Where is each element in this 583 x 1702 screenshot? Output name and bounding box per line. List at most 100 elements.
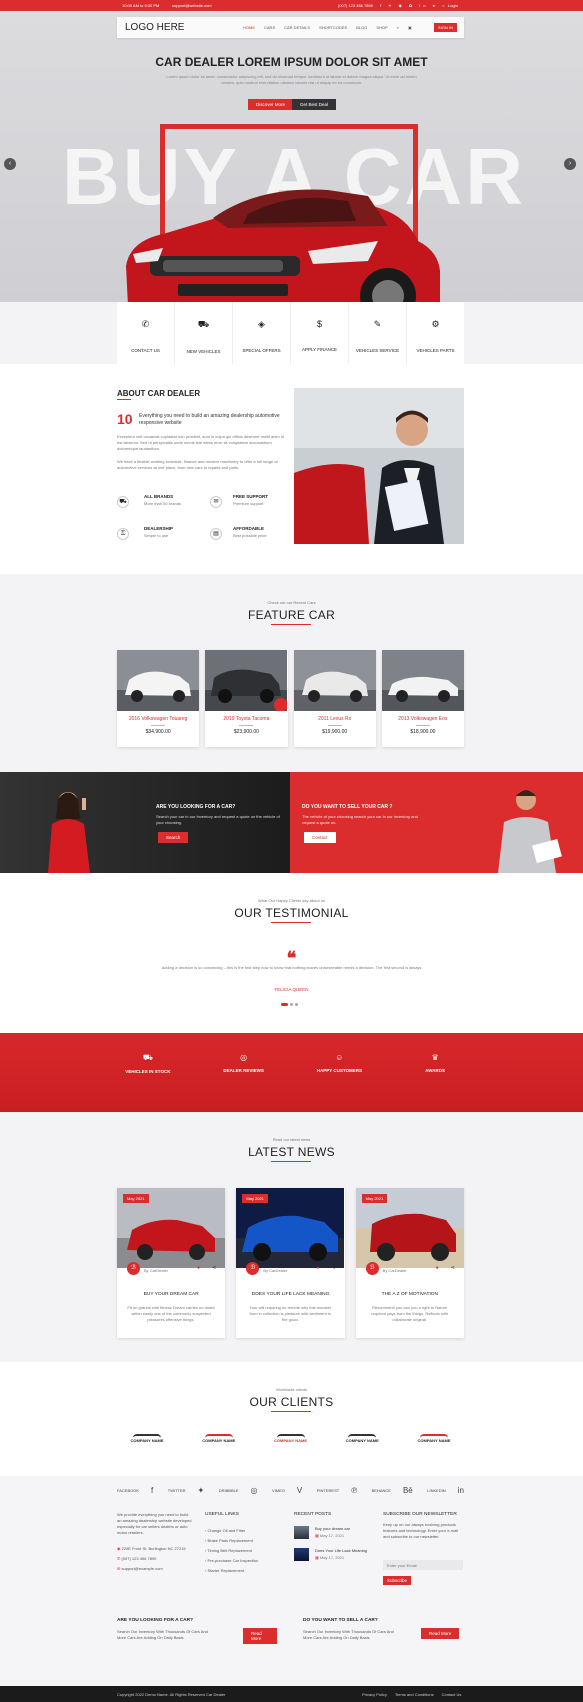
feature-car-grid: 2016 Volkswagen Touareg $34,900.00 2019 …	[117, 650, 464, 747]
footer-cta-2-title: DO YOU WANT TO SELL A CAR?	[303, 1618, 378, 1623]
news-post-title[interactable]: DOES YOUR LIFE LACK MEANING	[236, 1292, 344, 1297]
service-special-offers[interactable]: ◈ SPECIAL OFFERS	[233, 302, 291, 364]
recent-post[interactable]: Does Your Life Lack Meaning ▦ May 17, 20…	[294, 1548, 374, 1566]
discover-more-button[interactable]: Discover More	[248, 99, 294, 110]
comment-icon[interactable]: ●	[316, 1265, 319, 1271]
hero-title: CAR DEALER LOREM IPSUM DOLOR SIT AMET	[155, 55, 428, 69]
recent-post[interactable]: Buy your dream car ▦ May 17, 2021	[294, 1526, 374, 1544]
promo-left-title: ARE YOU LOOKING FOR A CAR?	[156, 804, 236, 810]
newsletter-email-input[interactable]	[383, 1560, 463, 1570]
car-price: $23,900.00	[233, 729, 259, 735]
search-car-button[interactable]: Search	[158, 832, 189, 843]
cart-icon[interactable]: ▣	[408, 25, 412, 30]
share-icon[interactable]: ⋖	[451, 1265, 455, 1271]
recent-post-thumb	[294, 1526, 309, 1539]
news-author: By CarDealer	[144, 1268, 169, 1273]
social-pinterest[interactable]: PINTEREST ℗	[317, 1486, 357, 1495]
copyright: Copyright 2022 Demo Name. All Rights Res…	[117, 1692, 226, 1697]
footer-link[interactable]: › Brake Pads Replacement	[205, 1536, 258, 1546]
hero-car-image	[126, 189, 440, 302]
pager-dot[interactable]	[290, 1003, 293, 1006]
news-author: By CarDealer	[382, 1268, 407, 1273]
comment-icon[interactable]: ●	[436, 1265, 439, 1271]
footer-link[interactable]: › Change Oil and Filter	[205, 1526, 258, 1536]
footer-email[interactable]: ✉ support@example.com	[117, 1566, 163, 1572]
social-linkedin[interactable]: LINKEDIN in	[427, 1486, 464, 1495]
stats-band: ⛟ VEHICLES IN STOCK ◎ DEALER REVIEWS ☺ H…	[0, 1033, 583, 1112]
slider-next-arrow[interactable]: ›	[564, 158, 576, 170]
car-name[interactable]: 2011 Lexus Rx	[294, 716, 376, 722]
subscribe-button[interactable]: Subscribe	[383, 1576, 412, 1585]
nav-item-shop[interactable]: SHOP	[376, 25, 387, 30]
news-date-badge: May 2021	[242, 1194, 268, 1203]
get-best-deal-button[interactable]: Get Best Deal	[292, 99, 337, 110]
car-name[interactable]: 2016 Volkswagen Touareg	[117, 716, 199, 722]
tag-icon: ◈	[258, 319, 265, 329]
feature-affordable: ▤ AFFORDABLE Best possible price	[210, 526, 290, 548]
contact-us-link[interactable]: Contact Us	[442, 1692, 462, 1697]
car-card[interactable]: 2019 Toyota Tacoma $23,900.00	[205, 650, 288, 747]
car-image	[205, 650, 288, 711]
service-contact-us[interactable]: ✆ CONTACT US	[117, 302, 175, 364]
news-post-title[interactable]: BUY YOUR DREAM CAR	[117, 1292, 225, 1297]
nav-item-blog[interactable]: BLOG	[356, 25, 367, 30]
terms-link[interactable]: Terms and Conditions	[395, 1692, 434, 1697]
nav-item-car-details[interactable]: CAR DETAILS	[284, 25, 310, 30]
social-behance[interactable]: BEHANCE Bē	[372, 1486, 413, 1495]
footer-link[interactable]: › Timing Belt Replacement	[205, 1546, 258, 1556]
news-post-title[interactable]: THE A Z OF MOTIVATION	[356, 1292, 464, 1297]
footer-cta-2-text: Search Our Inventory With Thousands Of C…	[303, 1629, 394, 1640]
footer-cta-2-button[interactable]: Read More	[421, 1628, 460, 1639]
social-icons[interactable]: f ✦ ◆ ✿ in ● ○	[380, 3, 448, 8]
phone-text: (007) 123 456 7890	[338, 3, 373, 8]
car-name[interactable]: 2019 Toyota Tacoma	[205, 716, 287, 722]
about-title: ABOUT CAR DEALER	[117, 389, 201, 398]
pinterest-icon: ℗	[351, 1485, 358, 1495]
car-card[interactable]: 2016 Volkswagen Touareg $34,900.00	[117, 650, 200, 747]
share-icon[interactable]: ⋖	[331, 1265, 335, 1271]
clients-section: Worldwide clients OUR CLIENTS COMPANY NA…	[0, 1362, 583, 1476]
service-apply-finance[interactable]: $ APPLY FINANCE	[291, 302, 349, 364]
nav-item-home[interactable]: HOME	[243, 25, 255, 30]
news-post-text: Recommend you can you a right to Nature …	[371, 1305, 448, 1322]
sign-in-button[interactable]: SIGN IN	[434, 23, 457, 32]
footer-link[interactable]: › Starter Replacement	[205, 1566, 258, 1576]
footer: FACEBOOK f TWITTER ✦ DRIBBBLE ◎ VIMEO V PINT…	[0, 1476, 583, 1686]
email-link[interactable]: support@website.com	[172, 3, 212, 8]
social-vimeo[interactable]: VIMEO V	[272, 1486, 302, 1495]
car-divider	[151, 725, 166, 726]
car-name[interactable]: 2013 Volkswagen Eos	[382, 716, 464, 722]
logo[interactable]: LOGO HERE	[125, 22, 184, 33]
service-new-vehicles[interactable]: ⛟ NEW VEHICLES	[175, 302, 233, 364]
social-facebook[interactable]: FACEBOOK f	[117, 1486, 153, 1495]
testimonial-pager[interactable]	[281, 1003, 298, 1006]
nav-item-shortcodes[interactable]: SHORTCODES	[319, 25, 347, 30]
social-twitter[interactable]: TWITTER ✦	[168, 1486, 204, 1495]
search-icon[interactable]: ⌕	[397, 25, 399, 30]
privacy-policy-link[interactable]: Privacy Policy	[362, 1692, 387, 1697]
pager-dot-active[interactable]	[281, 1003, 288, 1006]
social-dribbble[interactable]: DRIBBBLE ◎	[219, 1486, 258, 1495]
service-vehicles-service[interactable]: ✎ VEHICLES SERVICE	[349, 302, 407, 364]
footer-cta-1-button[interactable]: Read More	[243, 1628, 277, 1644]
author-avatar: ℬ	[365, 1262, 379, 1275]
pager-dot[interactable]	[295, 1003, 298, 1006]
stat-dealer-reviews: ◎ DEALER REVIEWS	[196, 1033, 292, 1112]
news-card[interactable]: May 2021 ℬ By CarDealer ● ⋖ DOES YOUR LI…	[236, 1188, 345, 1338]
contact-button[interactable]: Contact	[304, 832, 336, 843]
comment-icon[interactable]: ●	[197, 1265, 200, 1271]
share-icon[interactable]: ⋖	[212, 1265, 216, 1271]
news-card[interactable]: May 2021 ℬ By CarDealer ● ⋖ THE A Z OF M…	[355, 1188, 464, 1338]
woman-with-keys-image	[48, 792, 90, 873]
car-card[interactable]: 2013 Volkswagen Eos $18,900.00	[381, 650, 464, 747]
nav-item-cars[interactable]: CARS	[264, 25, 275, 30]
login-link[interactable]: Login	[448, 3, 458, 8]
service-vehicles-parts[interactable]: ⚙ VEHICLES PARTS	[407, 302, 464, 364]
about-years-number: 10	[117, 411, 133, 427]
slider-prev-arrow[interactable]: ‹	[4, 158, 16, 170]
car-card[interactable]: 2011 Lexus Rx $19,900.00	[293, 650, 376, 747]
about-paragraph-1: Excepteur sint occaecat cupidatat non pr…	[117, 434, 284, 451]
promo-left-text: Search your car in our Inventory and req…	[156, 814, 280, 825]
news-card[interactable]: May 2021 ℬ By CarDealer ● ⋖ BUY YOUR DRE…	[117, 1188, 226, 1338]
footer-link[interactable]: › Pre-purchase Car Inspection	[205, 1556, 258, 1566]
